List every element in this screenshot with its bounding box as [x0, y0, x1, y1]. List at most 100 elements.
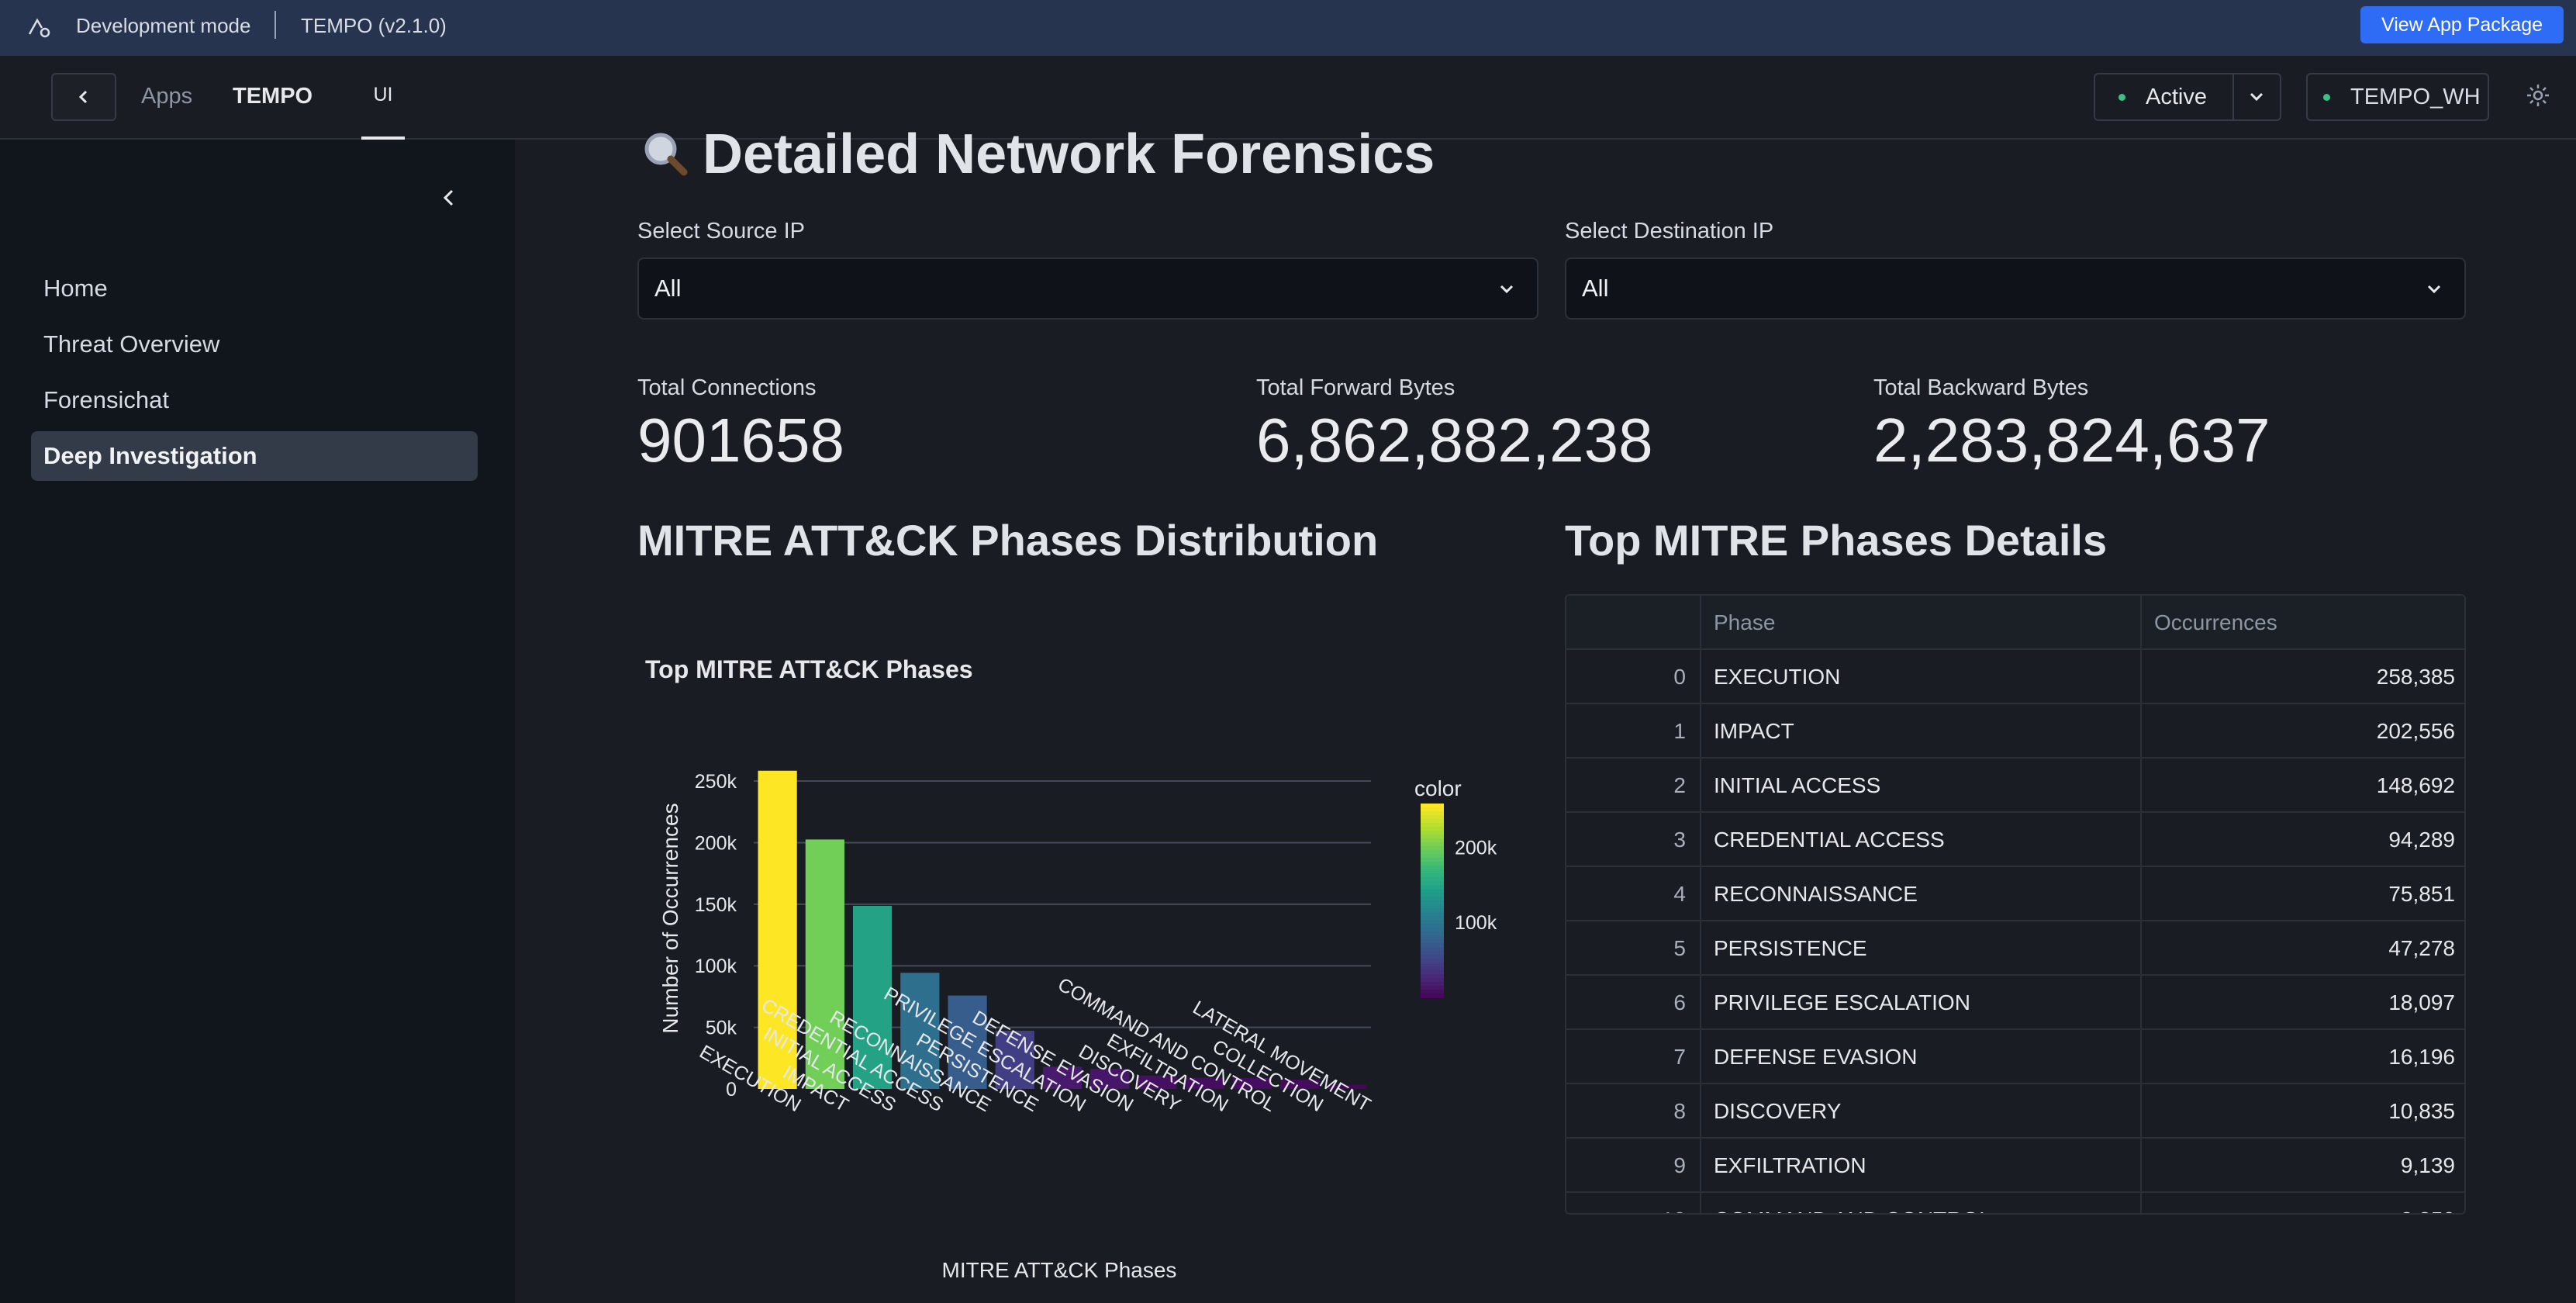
- mitre-bar-chart: Top MITRE ATT&CK Phases 0 50k 100k 150k 200k 2…: [637, 605, 1529, 1303]
- table-cell-occurrences: 10,835: [2388, 1099, 2455, 1123]
- metric-label-forward-bytes: Total Forward Bytes: [1256, 375, 1455, 400]
- table-cell-index: 10: [1566, 1193, 1701, 1213]
- table-row[interactable]: 1 IMPACT 202,556: [1566, 704, 2464, 759]
- gear-icon[interactable]: [2525, 82, 2551, 109]
- table-cell-phase: COMMAND AND CONTROL: [1701, 1193, 2142, 1213]
- back-button[interactable]: [51, 73, 116, 121]
- table-row[interactable]: 3 CREDENTIAL ACCESS 94,289: [1566, 813, 2464, 867]
- table-cell-phase: CREDENTIAL ACCESS: [1701, 813, 2142, 867]
- tab-ui[interactable]: UI: [361, 84, 405, 140]
- table-cell-phase: RECONNAISSANCE: [1701, 867, 2142, 921]
- destination-ip-select[interactable]: All: [1565, 257, 2466, 320]
- status-selector[interactable]: Active: [2094, 73, 2281, 121]
- destination-ip-label: Select Destination IP: [1565, 219, 1774, 244]
- page-title: Detailed Network Forensics: [637, 123, 1435, 186]
- metric-value-backward-bytes: 2,283,824,637: [1873, 406, 2270, 475]
- source-ip-select[interactable]: All: [637, 257, 1538, 320]
- table-row[interactable]: 6 PRIVILEGE ESCALATION 18,097: [1566, 976, 2464, 1030]
- colorbar-segment: [1421, 994, 1444, 998]
- sidebar-item-threat-overview[interactable]: Threat Overview: [31, 320, 478, 369]
- status-dropdown-button[interactable]: [2234, 74, 2280, 119]
- table-header-occurrences: Occurrences: [2154, 610, 2277, 634]
- table-row[interactable]: 2 INITIAL ACCESS 148,692: [1566, 759, 2464, 813]
- y-tick-label: 50k: [706, 1018, 737, 1039]
- table-row[interactable]: 9 EXFILTRATION 9,139: [1566, 1139, 2464, 1193]
- colorbar-tick-label: 100k: [1455, 912, 1497, 934]
- metric-value-forward-bytes: 6,862,882,238: [1256, 406, 1653, 475]
- table-cell-index: 3: [1566, 813, 1701, 867]
- table-header-row: Phase Occurrences: [1566, 596, 2464, 650]
- colorbar-tick-label: 200k: [1455, 837, 1497, 859]
- chevron-down-icon: [2250, 92, 2263, 102]
- destination-ip-value: All: [1582, 275, 1609, 302]
- table-cell-phase: EXECUTION: [1701, 650, 2142, 704]
- table-row[interactable]: 8 DISCOVERY 10,835: [1566, 1084, 2464, 1139]
- table-cell-occurrences: 18,097: [2388, 990, 2455, 1014]
- view-app-package-button[interactable]: View App Package: [2360, 6, 2564, 43]
- table-cell-occurrences: 47,278: [2388, 936, 2455, 960]
- warehouse-dot-icon: [2323, 93, 2330, 101]
- table-cell-index: 9: [1566, 1139, 1701, 1193]
- metric-label-connections: Total Connections: [637, 375, 817, 400]
- table-row[interactable]: 0 EXECUTION 258,385: [1566, 650, 2464, 704]
- chart-title: Top MITRE ATT&CK Phases: [645, 655, 973, 683]
- status-dot-icon: [2118, 93, 2125, 101]
- chevron-down-icon: [1500, 285, 1514, 294]
- sidebar-item-forensichat[interactable]: Forensichat: [31, 375, 478, 425]
- metric-label-backward-bytes: Total Backward Bytes: [1873, 375, 2089, 400]
- breadcrumb-apps[interactable]: Apps: [141, 84, 192, 109]
- table-section-heading: Top MITRE Phases Details: [1565, 516, 2108, 565]
- warehouse-selector[interactable]: TEMPO_WH: [2306, 73, 2489, 121]
- status-value[interactable]: Active: [2095, 74, 2234, 119]
- table-row[interactable]: 7 DEFENSE EVASION 16,196: [1566, 1030, 2464, 1084]
- chart-svg: Top MITRE ATT&CK Phases050k100k150k200k2…: [645, 655, 1497, 1282]
- metric-value-connections: 901658: [637, 406, 844, 475]
- x-axis-label: MITRE ATT&CK Phases: [942, 1258, 1177, 1282]
- y-tick-label: 100k: [695, 956, 737, 977]
- table-row[interactable]: 4 RECONNAISSANCE 75,851: [1566, 867, 2464, 921]
- app-logo-icon: [28, 18, 50, 38]
- table-cell-index: 0: [1566, 650, 1701, 704]
- phases-table: Phase Occurrences 0 EXECUTION 258,385 1 IMPACT…: [1565, 594, 2466, 1215]
- status-label: Active: [2146, 84, 2207, 109]
- table-row[interactable]: 5 PERSISTENCE 47,278: [1566, 921, 2464, 976]
- y-tick-label: 200k: [695, 832, 737, 854]
- table-header-phase: Phase: [1701, 596, 2142, 650]
- sidebar-item-home[interactable]: Home: [31, 264, 478, 313]
- table-cell-index: 4: [1566, 867, 1701, 921]
- table-cell-phase: PRIVILEGE ESCALATION: [1701, 976, 2142, 1030]
- table-cell-occurrences: 16,196: [2388, 1045, 2455, 1069]
- sidebar-item-deep-investigation[interactable]: Deep Investigation: [31, 431, 478, 481]
- table-cell-occurrences: 9,139: [2400, 1153, 2455, 1177]
- table-row[interactable]: 10COMMAND AND CONTROL8,850: [1566, 1193, 2464, 1213]
- table-header-index: [1566, 596, 1701, 650]
- source-ip-label: Select Source IP: [637, 219, 805, 244]
- table-cell-occurrences: 75,851: [2388, 882, 2455, 906]
- y-tick-label: 250k: [695, 771, 737, 793]
- collapse-sidebar-icon[interactable]: [436, 185, 462, 211]
- table-cell-phase: PERSISTENCE: [1701, 921, 2142, 976]
- y-tick-label: 150k: [695, 894, 737, 916]
- table-cell-occurrences: 148,692: [2376, 773, 2455, 797]
- dev-mode-label: Development mode: [76, 14, 251, 37]
- table-cell-index: 1: [1566, 704, 1701, 759]
- dev-mode-bar: Development mode TEMPO (v2.1.0) View App…: [0, 0, 2576, 56]
- table-cell-phase: INITIAL ACCESS: [1701, 759, 2142, 813]
- table-cell-phase: EXFILTRATION: [1701, 1139, 2142, 1193]
- table-cell-phase: DISCOVERY: [1701, 1084, 2142, 1139]
- table-cell-occurrences: 94,289: [2388, 828, 2455, 852]
- chart-section-heading: MITRE ATT&CK Phases Distribution: [637, 516, 1379, 565]
- table-cell-index: 5: [1566, 921, 1701, 976]
- chevron-left-icon: [78, 90, 88, 104]
- table-cell-index: 7: [1566, 1030, 1701, 1084]
- source-ip-value: All: [654, 275, 682, 302]
- table-cell-phase: DEFENSE EVASION: [1701, 1030, 2142, 1084]
- breadcrumb-app[interactable]: TEMPO: [233, 84, 313, 109]
- table-cell-occurrences: 258,385: [2376, 665, 2455, 689]
- magnifier-icon: [644, 133, 688, 176]
- table-cell-index: 8: [1566, 1084, 1701, 1139]
- table-cell-occurrences: 202,556: [2376, 719, 2455, 743]
- page-title-text: Detailed Network Forensics: [703, 123, 1435, 185]
- colorbar-title: color: [1414, 776, 1462, 800]
- warehouse-label: TEMPO_WH: [2350, 84, 2481, 109]
